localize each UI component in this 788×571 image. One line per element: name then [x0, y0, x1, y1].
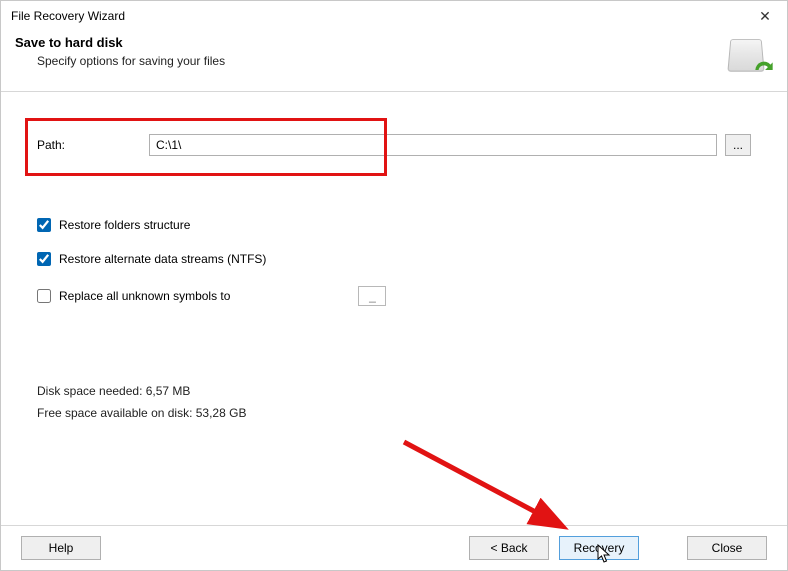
restore-folders-label: Restore folders structure: [59, 218, 190, 232]
replace-unknown-label: Replace all unknown symbols to: [59, 289, 230, 303]
help-button[interactable]: Help: [21, 536, 101, 560]
browse-button[interactable]: ...: [725, 134, 751, 156]
window-close-button[interactable]: ✕: [743, 5, 787, 27]
restore-ads-label: Restore alternate data streams (NTFS): [59, 252, 266, 266]
disk-space-free: Free space available on disk: 53,28 GB: [37, 406, 751, 420]
replace-unknown-checkbox[interactable]: [37, 289, 51, 303]
disk-space-needed: Disk space needed: 6,57 MB: [37, 384, 751, 398]
page-subtitle: Specify options for saving your files: [15, 54, 225, 68]
replace-unknown-row[interactable]: Replace all unknown symbols to: [37, 286, 751, 306]
recovery-button[interactable]: Recovery: [559, 536, 639, 560]
restore-ads-checkbox[interactable]: [37, 252, 51, 266]
path-input[interactable]: [149, 134, 717, 156]
close-icon: ✕: [759, 8, 771, 25]
restore-folders-row[interactable]: Restore folders structure: [37, 218, 751, 232]
close-button[interactable]: Close: [687, 536, 767, 560]
restore-ads-row[interactable]: Restore alternate data streams (NTFS): [37, 252, 751, 266]
hard-disk-icon: [725, 35, 773, 79]
window-title: File Recovery Wizard: [11, 9, 125, 23]
back-button[interactable]: < Back: [469, 536, 549, 560]
restore-folders-checkbox[interactable]: [37, 218, 51, 232]
path-label: Path:: [37, 138, 141, 152]
replace-unknown-char-input[interactable]: [358, 286, 386, 306]
page-title: Save to hard disk: [15, 35, 225, 50]
